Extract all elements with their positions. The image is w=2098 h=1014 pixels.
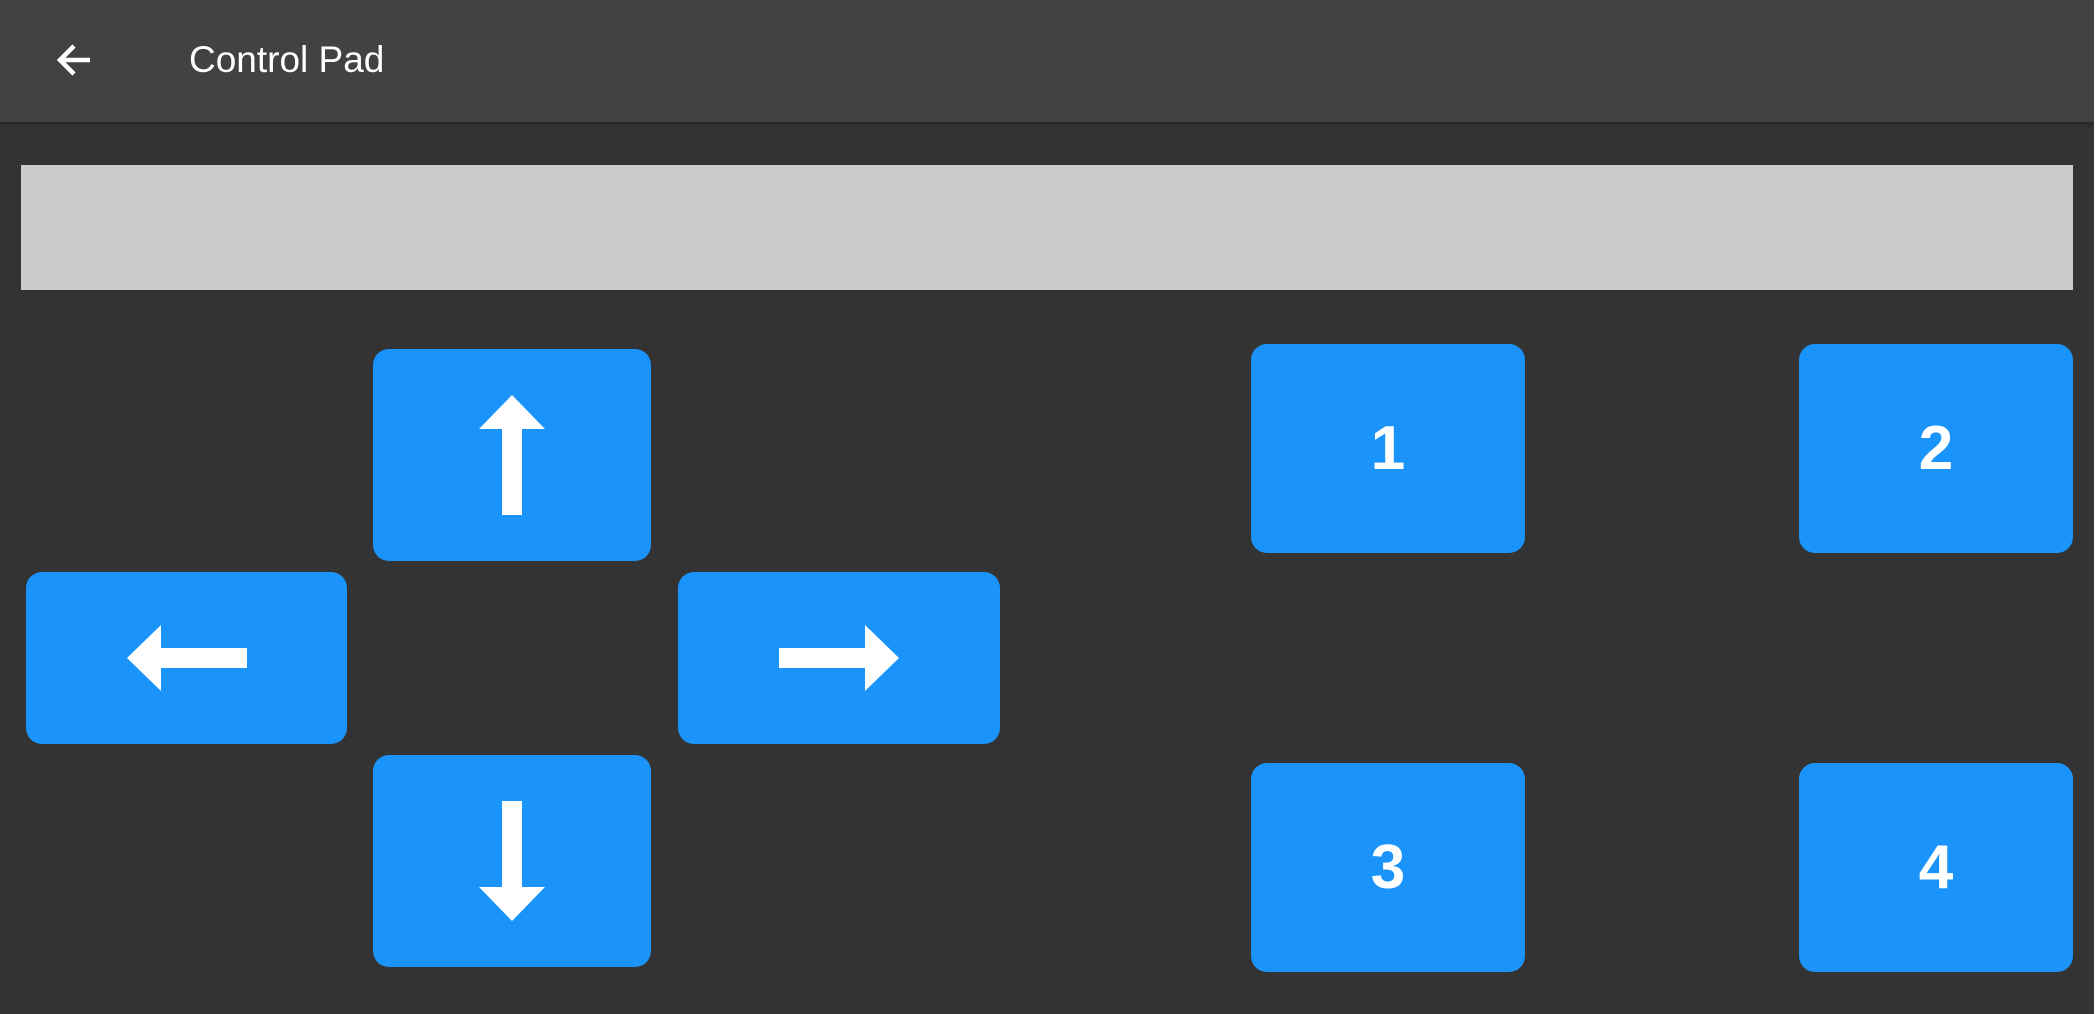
arrow-down-icon	[479, 801, 545, 921]
button-4[interactable]: 4	[1799, 763, 2073, 972]
button-3[interactable]: 3	[1251, 763, 1525, 972]
down-button[interactable]	[373, 755, 651, 967]
button-1[interactable]: 1	[1251, 344, 1525, 553]
arrow-right-icon	[779, 625, 899, 691]
arrow-up-icon	[479, 395, 545, 515]
back-button[interactable]	[38, 30, 110, 90]
button-3-label: 3	[1370, 832, 1406, 902]
left-button[interactable]	[26, 572, 347, 744]
up-button[interactable]	[373, 349, 651, 561]
arrow-left-icon	[56, 44, 90, 76]
page-title: Control Pad	[189, 39, 385, 80]
app-toolbar: Control Pad	[0, 0, 2094, 122]
button-2[interactable]: 2	[1799, 344, 2073, 553]
control-pad-screen: Control Pad 1 2 3 4	[0, 0, 2098, 1014]
button-1-label: 1	[1370, 413, 1406, 483]
output-display	[21, 165, 2073, 290]
arrow-left-icon	[126, 625, 247, 691]
screen-edge	[2094, 0, 2098, 1014]
button-2-label: 2	[1918, 413, 1954, 483]
button-4-label: 4	[1918, 832, 1954, 902]
right-button[interactable]	[678, 572, 1000, 744]
